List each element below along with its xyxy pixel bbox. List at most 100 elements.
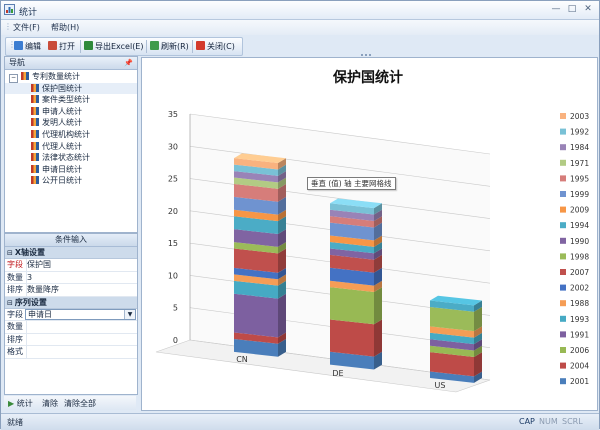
x-axis-field-row[interactable]: 字段 保护国 [5,259,137,272]
legend-swatch [560,269,566,275]
open-button[interactable]: 打开 [48,40,75,53]
chart-svg[interactable]: 保护国统计05101520253035CNDEUS200319921984197… [142,58,595,408]
series-format-row[interactable]: 格式 [5,346,137,359]
chart-icon [31,107,39,115]
series-field-row[interactable]: 字段 申请日 ▼ [5,309,137,322]
num-indicator: NUM [539,417,558,426]
nav-item[interactable]: 公开日统计 [5,175,137,187]
close-window-button[interactable]: ✕ [581,4,595,15]
menu-grip-icon: ⋮ [4,22,12,31]
legend-swatch [560,144,566,150]
maximize-button[interactable]: □ [565,4,579,15]
pin-icon[interactable]: 📌 [124,57,133,69]
bar-segment[interactable] [330,287,374,324]
chevron-down-icon[interactable]: ▼ [124,310,135,319]
legend-swatch [560,238,566,244]
refresh-button[interactable]: 刷新(R) [150,40,189,53]
clear-button[interactable]: 清除 [42,398,58,409]
legend-swatch [560,253,566,259]
y-tick-label: 15 [168,239,178,248]
nav-item[interactable]: 法律状态统计 [5,152,137,164]
collapse-icon[interactable]: ⊟ [7,299,13,307]
chart-icon [31,118,39,126]
edit-icon [14,41,23,50]
chart-icon [31,165,39,173]
legend-label: 2007 [570,268,589,277]
scroll-indicator: SCRL [562,417,583,426]
legend-swatch [560,129,566,135]
conditions-pane: 条件输入 ⊟X轴设置 字段 保护国 数量 3 排序 数量降序 ⊟序列设置 字段 … [4,233,138,395]
menu-help[interactable]: 帮助(H) [51,22,79,33]
x-axis-group[interactable]: ⊟X轴设置 [5,247,137,259]
splitter-grip[interactable] [361,54,373,56]
toolbar-separator [80,40,81,53]
legend-swatch [560,378,566,384]
nav-item[interactable]: 代理机构统计 [5,129,137,141]
excel-icon [84,41,93,50]
legend-label: 1995 [570,174,589,183]
legend-label: 1999 [570,190,589,199]
chart-icon [31,130,39,138]
bar-segment[interactable] [330,319,374,356]
nav-item[interactable]: 案件类型统计 [5,94,137,106]
y-tick-label: 35 [168,110,178,119]
bar-segment-side [374,320,382,357]
y-tick-label: 30 [168,142,178,151]
legend-swatch [560,300,566,306]
legend-swatch [560,207,566,213]
legend-label: 1993 [570,315,589,324]
legend-label: 1990 [570,237,589,246]
title-bar: 统计 — □ ✕ [1,1,599,20]
play-icon: ▶ [8,399,14,408]
legend-label: 2003 [570,112,589,121]
nav-item[interactable]: 申请日统计 [5,164,137,176]
nav-item[interactable]: 代理人统计 [5,141,137,153]
series-group[interactable]: ⊟序列设置 [5,297,137,309]
x-category-label: US [435,381,446,390]
navigation-header: 导航 📌 [5,57,137,70]
edit-button[interactable]: 编辑 [14,40,41,53]
status-text: 就绪 [7,417,23,428]
stat-button[interactable]: ▶ 统计 [8,398,33,409]
x-axis-sort-row[interactable]: 排序 数量降序 [5,284,137,297]
chart-folder-icon [21,72,29,80]
legend-label: 2001 [570,377,589,386]
x-axis-count-row[interactable]: 数量 3 [5,272,137,285]
bar-segment-side [278,294,286,338]
clear-all-button[interactable]: 清除全部 [64,398,96,409]
export-excel-button[interactable]: 导出Excel(E) [84,40,144,53]
close-button[interactable]: 关闭(C) [196,40,235,53]
series-sort-row[interactable]: 排序 [5,334,137,347]
chart-pane: 保护国统计05101520253035CNDEUS200319921984197… [141,57,598,411]
tooltip: 垂直 (值) 轴 主要网格线 [307,177,396,190]
toolbar-separator [146,40,147,53]
legend-label: 2009 [570,206,589,215]
legend-label: 1991 [570,330,589,339]
x-category-label: CN [236,355,248,364]
minimize-button[interactable]: — [549,4,563,15]
bar-segment[interactable] [234,294,278,338]
menu-file[interactable]: 文件(F) [13,22,40,33]
conditions-title: 条件输入 [5,234,137,247]
legend-label: 1994 [570,221,589,230]
series-count-row[interactable]: 数量 [5,321,137,334]
legend-swatch [560,331,566,337]
toolbar: ⋮ 编辑 打开 导出Excel(E) 刷新(R) 关闭(C) [5,37,243,56]
tree-root[interactable]: −专利数量统计 [5,71,137,83]
chart-icon [31,84,39,92]
legend-swatch [560,175,566,181]
collapse-icon[interactable]: ⊟ [7,249,13,257]
status-bar: 就绪 CAP NUM SCRL [1,413,599,430]
app-icon [4,4,15,15]
nav-item[interactable]: 保护国统计 [5,83,137,95]
series-field-select[interactable]: 申请日 ▼ [25,309,136,320]
legend-swatch [560,191,566,197]
nav-item[interactable]: 发明人统计 [5,117,137,129]
legend-label: 1988 [570,299,589,308]
legend-label: 2004 [570,362,589,371]
legend-swatch [560,160,566,166]
legend-swatch [560,347,566,353]
nav-item[interactable]: 申请人统计 [5,106,137,118]
refresh-icon [150,41,159,50]
toolbar-separator [192,40,193,53]
